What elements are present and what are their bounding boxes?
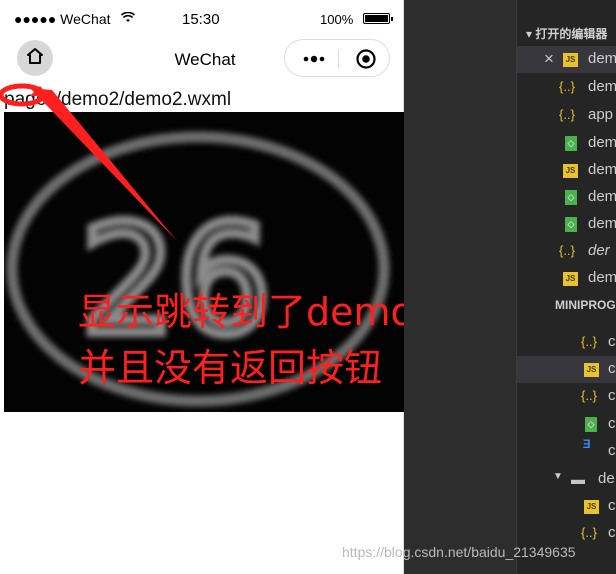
js-file-icon: JS <box>563 272 578 286</box>
json-file-icon: {..} <box>581 388 597 403</box>
close-icon[interactable]: × <box>544 49 554 69</box>
wxml-file-icon: ◇ <box>565 136 577 151</box>
folder-file-item[interactable]: {..} c <box>517 520 616 547</box>
watermark-text: https://blog.csdn.net/baidu_21349635 <box>342 544 576 560</box>
open-editor-item[interactable]: ◇ dem <box>517 130 616 157</box>
home-button[interactable] <box>17 40 53 76</box>
json-file-icon: {..} <box>559 79 575 94</box>
open-editor-item[interactable]: JS dem <box>517 265 616 292</box>
page-path-text: pages/demo2/demo2.wxml <box>4 89 232 110</box>
project-file-item[interactable]: {..} c <box>517 329 616 356</box>
target-circle-icon[interactable] <box>356 49 376 69</box>
chevron-down-icon: ▼ <box>553 471 563 482</box>
open-editor-item[interactable]: ◇ dem <box>517 211 616 238</box>
json-file-icon: {..} <box>559 243 575 258</box>
js-file-icon: JS <box>563 53 578 67</box>
wxml-file-icon: ◇ <box>565 217 577 232</box>
wxml-file-icon: ◇ <box>565 190 577 205</box>
battery-icon <box>363 13 393 24</box>
folder-item[interactable]: ▼ ▬ de <box>517 466 616 493</box>
project-file-item[interactable]: {..} c <box>517 383 616 410</box>
navigation-bar: WeChat <box>0 38 404 82</box>
capsule-divider <box>338 49 339 68</box>
status-bar: ●●●●● WeChat 15:30 100% <box>0 0 404 38</box>
carrier-label: ●●●●● WeChat <box>14 11 111 27</box>
battery-percentage: 100% <box>320 12 354 27</box>
json-file-icon: {..} <box>581 334 597 349</box>
phone-simulator: ●●●●● WeChat 15:30 100% WeChat pages/dem… <box>0 0 552 574</box>
open-editor-item[interactable]: × JS dem <box>517 46 616 73</box>
js-file-icon: JS <box>584 500 599 514</box>
more-dots-icon[interactable] <box>303 49 325 74</box>
json-file-icon: {..} <box>559 107 575 122</box>
project-section-header[interactable]: MINIPROGRAMS <box>517 294 616 321</box>
annotation-line-2: 并且没有返回按钮 <box>78 346 383 390</box>
open-editor-item[interactable]: ◇ dem <box>517 184 616 211</box>
clock: 15:30 <box>182 11 220 28</box>
capsule-menu <box>284 39 390 77</box>
folder-icon: ▬ <box>571 471 585 487</box>
project-file-item[interactable]: JS c <box>517 356 616 383</box>
wxml-file-icon: ◇ <box>585 417 597 432</box>
open-editor-item[interactable]: {..} der <box>517 238 616 265</box>
json-file-icon: {..} <box>581 525 597 540</box>
project-file-item[interactable]: ◇ c <box>517 411 616 438</box>
open-editors-header[interactable]: ▾ 打开的编辑器 <box>517 22 616 49</box>
open-editor-item[interactable]: {..} app <box>517 102 616 129</box>
home-icon <box>25 46 45 71</box>
open-editor-item[interactable]: {..} dem <box>517 74 616 101</box>
js-file-icon: JS <box>563 164 578 178</box>
js-file-icon: JS <box>584 363 599 377</box>
file-explorer: ▾ 打开的编辑器 × JS dem {..} dem {..} app ◇ de… <box>517 0 616 574</box>
wifi-icon <box>120 11 136 26</box>
wxss-file-icon: ᴲ <box>583 437 591 456</box>
open-editor-item[interactable]: JS dem <box>517 157 616 184</box>
folder-file-item[interactable]: JS c <box>517 493 616 520</box>
page-title: WeChat <box>174 50 236 69</box>
editor-gutter <box>404 0 516 574</box>
project-file-item[interactable]: ᴲ c <box>517 438 616 465</box>
